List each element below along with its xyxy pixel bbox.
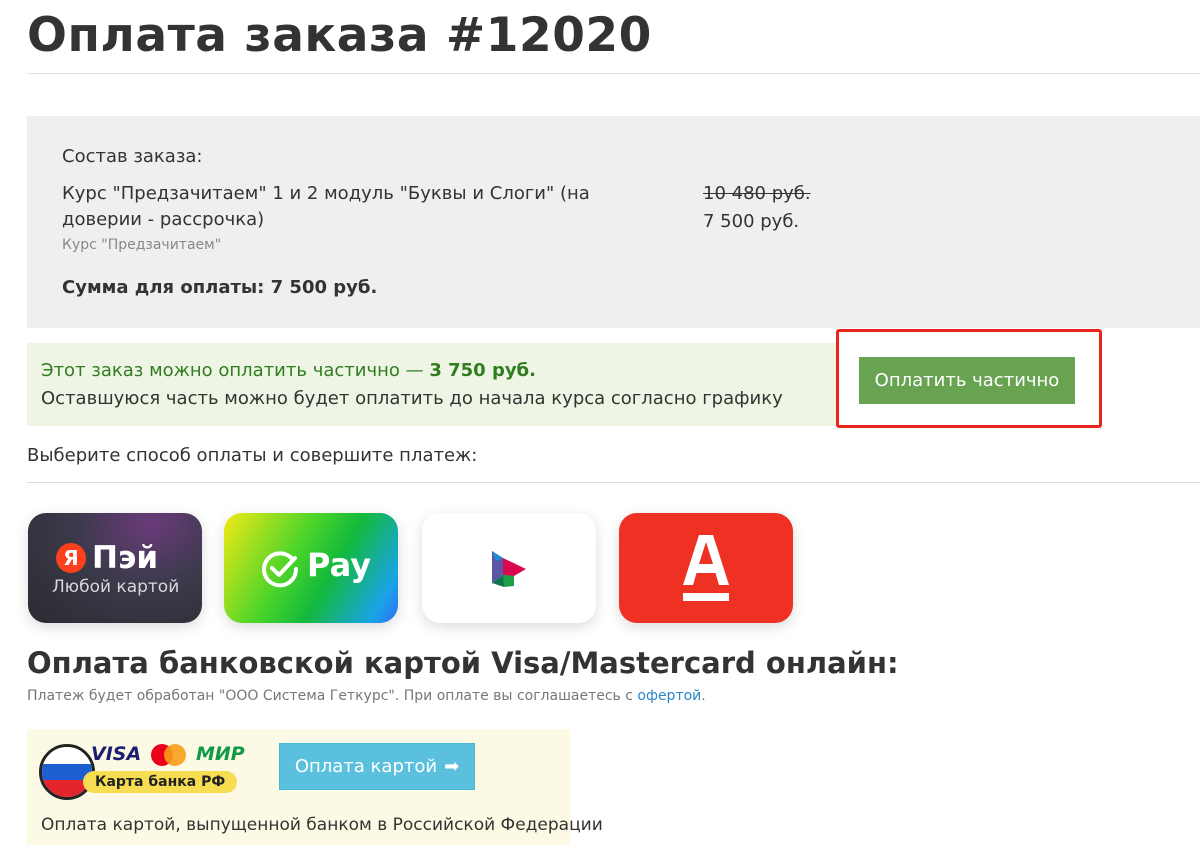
sbp-button[interactable] [422,513,596,623]
page-title: Оплата заказа #12020 [27,8,652,63]
card-brand-logos: VISA МИР Карта банка РФ [39,741,264,803]
order-heading: Состав заказа: [62,146,203,167]
sber-pay-logo-text: Pay [307,546,372,584]
alfa-bank-icon [683,535,729,601]
yandex-pay-icon: Я Пэй [56,540,158,576]
methods-divider [27,482,1200,483]
order-summary: Состав заказа: Курс "Предзачитаем" 1 и 2… [27,116,1200,328]
offer-link[interactable]: офертой [637,688,701,704]
sber-pay-button[interactable]: Pay [224,513,398,623]
card-payment-title: Оплата банковской картой Visa/Mastercard… [27,646,899,680]
pay-by-card-label: Оплата картой [294,756,438,777]
payment-method-prompt: Выберите способ оплаты и совершите плате… [27,445,478,466]
yandex-pay-subtitle: Любой картой [52,577,180,597]
partial-payment-note: Оставшуюся часть можно будет оплатить до… [41,388,783,409]
order-total: Сумма для оплаты: 7 500 руб. [62,277,378,298]
order-item-old-price: 10 480 руб. [703,183,811,204]
yandex-pay-button[interactable]: Я Пэй Любой картой [28,513,202,623]
partial-payment-notice: Этот заказ можно оплатить частично — 3 7… [27,343,836,426]
pay-by-card-button[interactable]: Оплата картой ➡ [279,743,475,790]
mir-logo: МИР [196,743,245,765]
yandex-logo-letter: Я [56,543,86,573]
order-item-name: Курс "Предзачитаем" 1 и 2 модуль "Буквы … [62,183,590,230]
order-item-price: 7 500 руб. [703,211,800,232]
pay-partially-button[interactable]: Оплатить частично [859,357,1075,404]
arrow-right-icon: ➡ [444,756,460,777]
order-item-course: Курс "Предзачитаем" [62,237,222,253]
yandex-pay-logo-text: Пэй [92,540,159,576]
card-payment-box: VISA МИР Карта банка РФ Оплата картой ➡ … [27,729,603,845]
card-payment-note: Платеж будет обработан "ООО Система Гетк… [27,688,706,704]
partial-payment-amount: 3 750 руб. [429,360,536,381]
sbp-icon [492,551,526,587]
mastercard-icon [151,744,189,768]
visa-logo: VISA [91,743,142,765]
alfa-bank-button[interactable] [619,513,793,623]
card-payment-note-text: Платеж будет обработан "ООО Система Гетк… [27,688,638,704]
russian-bank-card-badge: Карта банка РФ [83,771,238,793]
title-divider [27,73,1200,74]
card-payment-note-end: . [701,688,706,704]
partial-payment-text: Этот заказ можно оплатить частично — 3 7… [41,360,536,381]
card-payment-caption: Оплата картой, выпущенной банком в Росси… [41,815,603,835]
russian-flag-icon [39,744,95,800]
sberpay-checkmark-icon [262,551,299,588]
partial-payment-prefix: Этот заказ можно оплатить частично — [41,360,430,381]
